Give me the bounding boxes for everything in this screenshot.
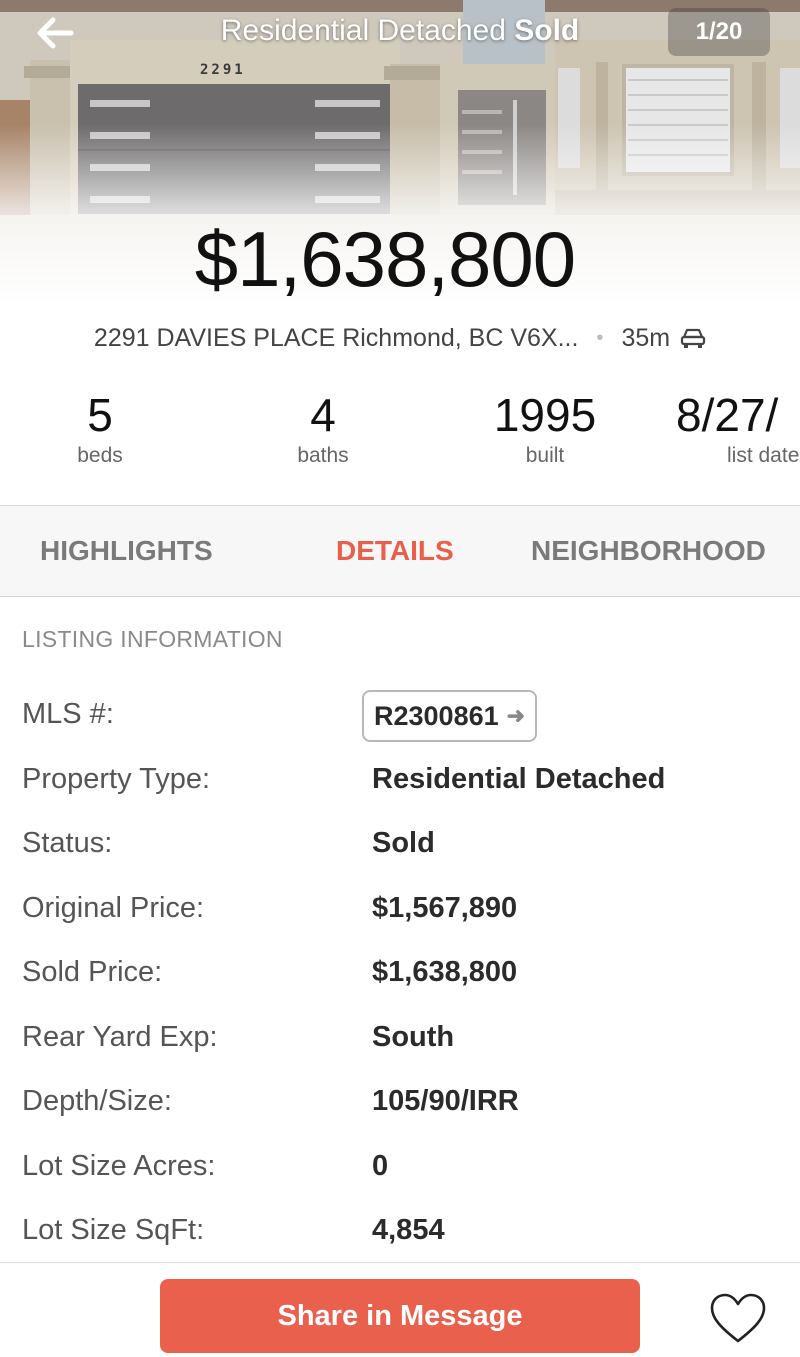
stat-value: 8/27/ <box>676 389 779 441</box>
section-title-listing-information: LISTING INFORMATION <box>22 626 283 652</box>
info-label: Sold Price: <box>22 956 163 988</box>
info-value: Residential Detached <box>372 762 666 795</box>
bottom-action-bar: Share in Message <box>0 1262 800 1357</box>
property-type-title: Residential Detached <box>220 14 506 47</box>
car-icon <box>680 328 706 348</box>
info-row: Depth/Size: 105/90/IRR <box>0 1077 800 1142</box>
info-row: Lot Size SqFt: 4,854 <box>0 1206 800 1271</box>
info-label: Depth/Size: <box>22 1085 172 1117</box>
info-value: South <box>372 1020 455 1053</box>
heart-icon <box>710 1293 766 1343</box>
info-label: Property Type: <box>22 762 211 795</box>
info-value: 4,854 <box>372 1214 445 1246</box>
info-label: Original Price: <box>22 891 205 924</box>
info-label: Lot Size SqFt: <box>22 1214 205 1246</box>
favorite-button[interactable] <box>708 1291 768 1347</box>
tab-highlights[interactable]: HIGHLIGHTS <box>40 506 213 596</box>
info-row: Status: Sold <box>0 819 800 884</box>
stat-list-date: 8/27/ list date <box>676 388 800 468</box>
stat-label: beds <box>77 444 123 467</box>
house-number-plate: 2291 <box>200 62 246 78</box>
tab-details[interactable]: DETAILS <box>336 506 454 596</box>
back-button[interactable] <box>30 10 80 56</box>
info-label: Lot Size Acres: <box>22 1149 216 1182</box>
stat-value: 5 <box>87 389 113 441</box>
drive-time: 35m <box>621 323 671 352</box>
tab-neighborhood[interactable]: NEIGHBORHOOD <box>531 506 766 596</box>
mls-link-button[interactable]: R2300861 ➜ <box>362 690 538 742</box>
info-value: 0 <box>372 1149 389 1182</box>
info-row: Property Type: Residential Detached <box>0 755 800 820</box>
info-label: Rear Yard Exp: <box>22 1020 218 1053</box>
stats-row: 5 beds 4 baths 1995 built 8/27/ list dat… <box>0 388 800 478</box>
listing-price: $1,638,800 <box>194 215 576 303</box>
arrow-right-icon: ➜ <box>506 703 526 728</box>
photo-counter[interactable]: 1/20 <box>668 8 770 56</box>
info-row: Rear Yard Exp: South <box>0 1013 800 1078</box>
info-value: 105/90/IRR <box>372 1085 519 1117</box>
listing-status-title: Sold <box>514 14 580 47</box>
info-value: $1,567,890 <box>372 891 518 924</box>
detail-tabs: HIGHLIGHTS DETAILS NEIGHBORHOOD <box>0 505 800 597</box>
stat-built: 1995 built <box>470 388 620 468</box>
address-text: 2291 DAVIES PLACE Richmond, BC V6X... <box>93 323 579 352</box>
stat-label: built <box>525 444 565 467</box>
info-value: Sold <box>372 827 435 859</box>
separator-dot: • <box>596 326 604 349</box>
arrow-left-icon <box>37 17 74 49</box>
info-row-mls: MLS #: R2300861 ➜ <box>0 690 800 755</box>
info-row: Original Price: $1,567,890 <box>0 884 800 949</box>
stat-beds: 5 beds <box>50 388 150 468</box>
info-value: $1,638,800 <box>372 956 518 988</box>
mls-number: R2300861 <box>374 700 499 731</box>
address-row[interactable]: 2291 DAVIES PLACE Richmond, BC V6X... • … <box>0 318 800 358</box>
stat-value: 4 <box>310 389 336 441</box>
listing-info-list: MLS #: R2300861 ➜ Property Type: Residen… <box>0 690 800 1271</box>
info-label: Status: <box>22 827 113 859</box>
stat-label: list date <box>727 444 800 467</box>
info-label: MLS #: <box>22 698 114 730</box>
info-row: Lot Size Acres: 0 <box>0 1142 800 1207</box>
stat-value: 1995 <box>493 389 597 441</box>
info-row: Sold Price: $1,638,800 <box>0 948 800 1013</box>
stat-baths: 4 baths <box>273 388 373 468</box>
stat-label: baths <box>297 444 349 467</box>
listing-title: Residential Detached Sold <box>150 14 650 48</box>
share-in-message-button[interactable]: Share in Message <box>160 1279 640 1353</box>
